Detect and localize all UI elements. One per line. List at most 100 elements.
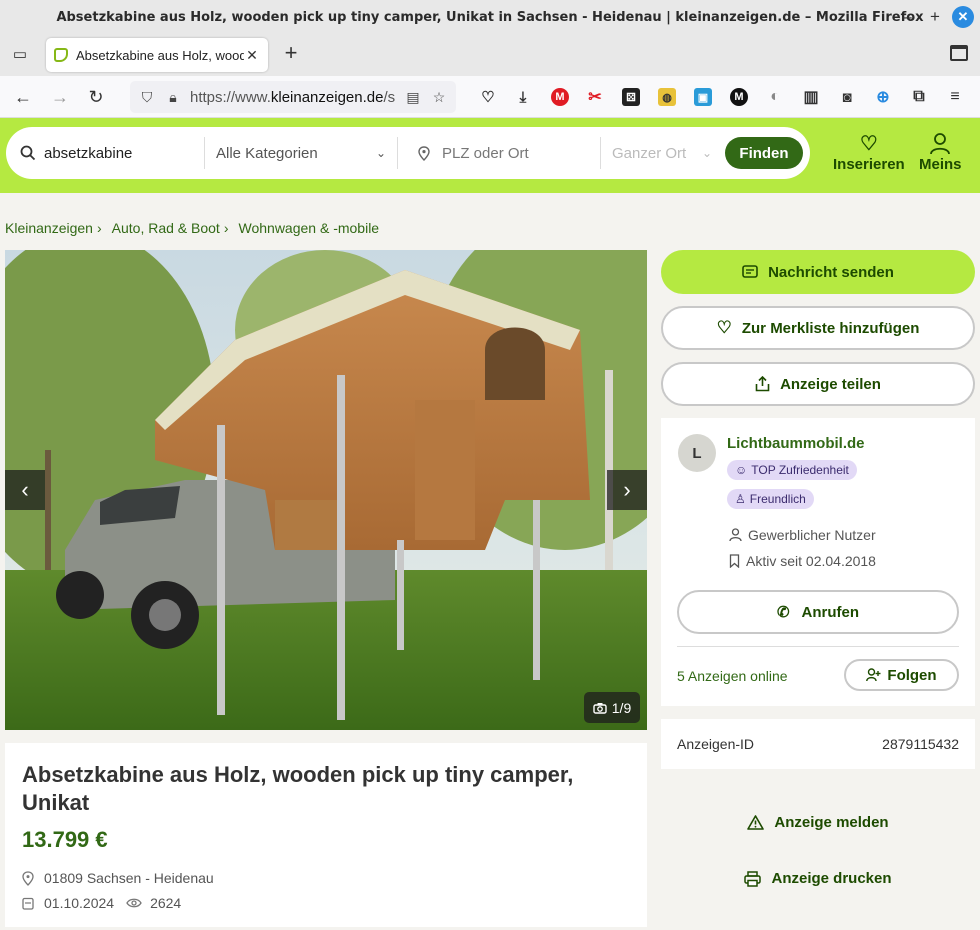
breadcrumb-subcategory[interactable]: Wohnwagen & -mobile (239, 220, 380, 236)
extension-camera-icon[interactable]: ◙ (838, 88, 856, 106)
send-message-button[interactable]: Nachricht senden (661, 250, 975, 294)
gallery-prev-button[interactable]: ‹ (5, 470, 45, 510)
extension-bars-icon[interactable]: ▥ (802, 88, 820, 106)
listing-price: 13.799 € (22, 827, 108, 852)
url-text[interactable]: https://www.kleinanzeigen.de/s (190, 89, 404, 106)
list-all-tabs-icon[interactable] (950, 45, 968, 61)
breadcrumb-home[interactable]: Kleinanzeigen (5, 220, 93, 236)
user-icon (729, 528, 742, 542)
new-tab-button[interactable]: + (280, 42, 302, 65)
maximize-button[interactable]: + (924, 6, 946, 28)
forward-icon[interactable]: → (48, 85, 72, 109)
account-button[interactable]: Meins (919, 132, 962, 173)
breadcrumb-category[interactable]: Auto, Rad & Boot (112, 220, 220, 236)
reader-view-icon[interactable]: ▤ (404, 89, 422, 106)
browser-tab[interactable]: Absetzkabine aus Holz, wooden ✕ (46, 38, 268, 72)
divider (204, 137, 205, 169)
calendar-icon (22, 897, 34, 910)
shield-icon[interactable]: ⛉ (138, 89, 156, 106)
image-counter: 1/9 (584, 692, 640, 723)
search-bar: absetzkabine Alle Kategorien ⌄ PLZ oder … (6, 127, 810, 179)
listing-location-text: 01809 Sachsen - Heidenau (44, 870, 214, 886)
navigation-bar: ← → ↻ ⛉ 🔒︎ https://www.kleinanzeigen.de/… (0, 76, 980, 118)
image-counter-text: 1/9 (611, 699, 632, 716)
add-to-watchlist-button[interactable]: ♡ Zur Merkliste hinzufügen (661, 306, 975, 350)
chevron-right-icon: › (223, 220, 229, 236)
location-field[interactable]: PLZ oder Ort (418, 127, 598, 179)
print-ad-button[interactable]: Anzeige drucken (661, 870, 975, 887)
seller-type-label: Gewerblicher Nutzer (748, 527, 876, 543)
extension-globe-icon[interactable]: ◍ (658, 88, 676, 106)
phone-icon: ✆ (776, 604, 790, 621)
follow-button[interactable]: Folgen (844, 659, 959, 691)
ad-id-label: Anzeigen-ID (677, 736, 755, 752)
warning-icon (747, 815, 765, 830)
search-input[interactable]: absetzkabine (44, 145, 132, 162)
camper-photo (5, 250, 647, 730)
extensions-icon[interactable]: ⧉ (910, 88, 928, 106)
address-bar[interactable]: ⛉ 🔒︎ https://www.kleinanzeigen.de/s ▤ ☆ (130, 81, 456, 113)
divider (600, 137, 601, 169)
kleinanzeigen-favicon-icon (54, 48, 68, 62)
close-window-button[interactable]: ✕ (952, 6, 974, 28)
search-field[interactable]: absetzkabine (20, 127, 200, 179)
gallery-next-button[interactable]: › (607, 470, 647, 510)
radius-select[interactable]: Ganzer Ort ⌄ (612, 127, 712, 179)
badge-friendly: ♙ Freundlich (727, 489, 814, 509)
download-icon[interactable]: ⤓ (514, 88, 532, 106)
pocket-icon[interactable]: ♡ (479, 88, 497, 106)
extension-circle-icon[interactable]: ◐ (766, 88, 784, 106)
bookmark-icon (729, 554, 740, 568)
ads-online-link[interactable]: 5 Anzeigen online (677, 668, 788, 684)
listing-title: Absetzkabine aus Holz, wooden pick up ti… (22, 762, 574, 815)
find-button[interactable]: Finden (725, 137, 803, 169)
seller-box: L Lichtbaummobil.de ☺ TOP Zufriedenheit … (661, 418, 975, 706)
chevron-down-icon: ⌄ (701, 146, 712, 160)
seller-active-since: Aktiv seit 02.04.2018 (729, 553, 876, 569)
post-ad-button[interactable]: ♡ Inserieren (833, 132, 905, 173)
extension-dice-icon[interactable]: ⚄ (622, 88, 640, 106)
image-gallery[interactable]: ‹ › 1/9 (5, 250, 647, 730)
account-label: Meins (919, 156, 962, 173)
window-titlebar: Absetzkabine aus Holz, wooden pick up ti… (0, 0, 980, 34)
listing-views: 2624 (150, 895, 182, 911)
url-prefix: https://www. (190, 88, 271, 106)
minimize-button[interactable]: – (896, 6, 918, 28)
search-icon (20, 145, 36, 161)
badge-friendly-label: Freundlich (749, 492, 806, 506)
location-input[interactable]: PLZ oder Ort (442, 145, 529, 162)
tab-strip: ▭ Absetzkabine aus Holz, wooden ✕ + (0, 34, 980, 76)
post-ad-label: Inserieren (833, 156, 905, 173)
seller-type: Gewerblicher Nutzer (729, 527, 876, 543)
listing-date: 01.10.2024 (44, 895, 115, 911)
call-button[interactable]: ✆ Anrufen (677, 590, 959, 634)
bookmark-star-icon[interactable]: ☆ (430, 89, 448, 106)
tab-title: Absetzkabine aus Holz, wooden (76, 47, 244, 63)
close-tab-icon[interactable]: ✕ (244, 47, 260, 64)
listing-location: 01809 Sachsen - Heidenau (22, 870, 214, 886)
heart-icon: ♡ (716, 318, 732, 337)
url-domain: kleinanzeigen.de (270, 88, 384, 106)
category-select[interactable]: Alle Kategorien ⌄ (216, 127, 386, 179)
radius-label: Ganzer Ort (612, 144, 687, 162)
back-icon[interactable]: ← (11, 85, 35, 109)
extension-translate-icon[interactable]: ⊕ (874, 88, 892, 106)
send-message-label: Nachricht senden (768, 263, 894, 281)
reload-icon[interactable]: ↻ (84, 85, 108, 109)
extension-m-red-icon[interactable]: M (551, 88, 569, 106)
menu-icon[interactable]: ≡ (946, 88, 964, 106)
extension-save-icon[interactable]: ▣ (694, 88, 712, 106)
chevron-right-icon: › (96, 220, 102, 236)
report-ad-button[interactable]: Anzeige melden (661, 814, 975, 831)
extension-m-black-icon[interactable]: M (730, 88, 748, 106)
badge-top-satisfaction: ☺ TOP Zufriedenheit (727, 460, 857, 480)
ad-id-value: 2879115432 (882, 736, 959, 752)
extension-scissor-icon[interactable]: ✂ (586, 88, 604, 106)
lock-icon[interactable]: 🔒︎ (164, 89, 182, 106)
printer-icon (744, 870, 762, 887)
seller-name[interactable]: Lichtbaummobil.de (727, 435, 865, 452)
share-button[interactable]: Anzeige teilen (661, 362, 975, 406)
camera-icon (593, 702, 607, 714)
listing-stats: 01.10.2024 2624 (22, 895, 181, 911)
tab-overview-icon[interactable]: ▭ (10, 44, 30, 64)
